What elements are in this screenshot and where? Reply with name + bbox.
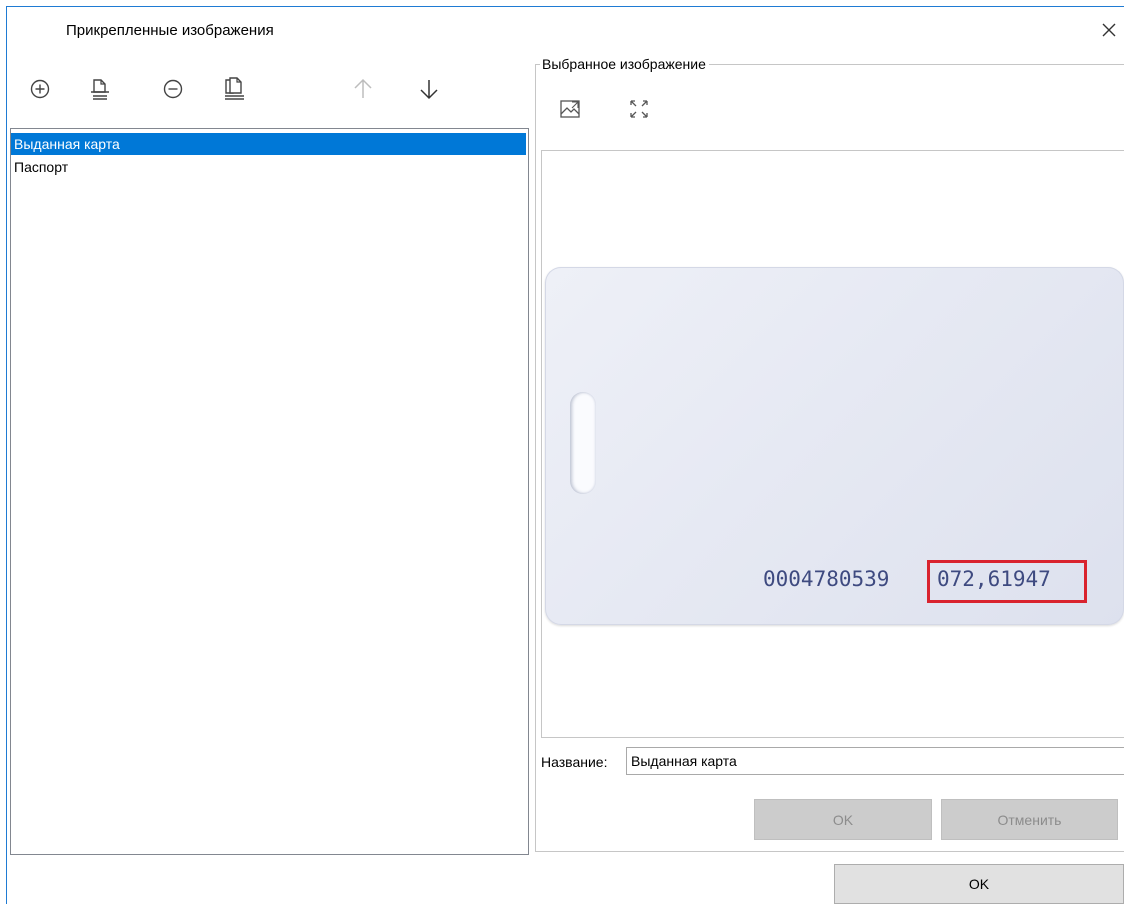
fit-image-button[interactable] [553, 92, 587, 126]
remove-image-button[interactable] [156, 72, 190, 106]
list-item-issued-card[interactable]: Выданная карта [11, 133, 526, 155]
close-button[interactable] [1096, 16, 1122, 44]
expand-button[interactable] [622, 92, 656, 126]
window-title: Прикрепленные изображения [66, 22, 274, 39]
copy-page-button[interactable] [218, 72, 252, 106]
name-ok-button[interactable]: OK [754, 799, 932, 840]
page-add-icon [91, 79, 109, 100]
name-label: Название: [541, 754, 608, 770]
card-number: 0004780539 [763, 567, 890, 591]
expand-icon [630, 100, 648, 118]
list-item-passport[interactable]: Паспорт [11, 156, 526, 178]
move-down-button[interactable] [412, 72, 446, 106]
images-list[interactable]: Выданная карта Паспорт [10, 128, 529, 855]
ok-button[interactable]: OK [834, 864, 1124, 904]
remove-circle-icon [163, 79, 183, 99]
name-cancel-button[interactable]: Отменить [941, 799, 1118, 840]
close-icon [1102, 23, 1116, 37]
card-code: 072,61947 [937, 567, 1051, 591]
arrow-down-icon [420, 80, 438, 100]
card-slot [570, 392, 596, 494]
move-up-button[interactable] [346, 72, 380, 106]
add-image-button[interactable] [23, 72, 57, 106]
group-title: Выбранное изображение [540, 56, 709, 72]
add-circle-icon [30, 79, 50, 99]
arrow-up-icon [354, 78, 372, 98]
fit-image-icon [560, 100, 580, 118]
add-page-button[interactable] [83, 72, 117, 106]
page-copy-icon [225, 77, 244, 100]
name-input[interactable] [626, 747, 1124, 775]
